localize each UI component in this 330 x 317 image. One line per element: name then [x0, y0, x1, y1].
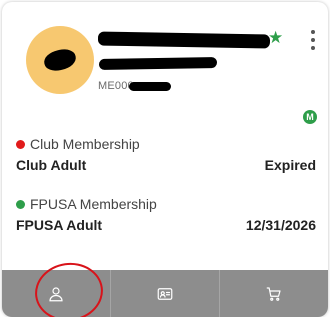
- profile-tab[interactable]: [2, 270, 111, 317]
- star-icon[interactable]: ★: [268, 28, 283, 48]
- member-card[interactable]: ME000 ★ M Club Membership Club Adult Exp…: [2, 2, 328, 317]
- avatar: [26, 26, 94, 94]
- membership-title-text: Club Membership: [30, 136, 140, 152]
- membership-status: Expired: [264, 157, 316, 173]
- membership-title-text: FPUSA Membership: [30, 196, 157, 212]
- user-icon: [49, 286, 63, 301]
- membership-title: Club Membership: [16, 136, 140, 152]
- redacted-member-subtitle: [98, 56, 218, 71]
- redacted-member-id: [129, 82, 171, 91]
- membership-plan: FPUSA Adult: [16, 217, 103, 233]
- status-dot-red: [16, 139, 25, 149]
- more-vertical-icon[interactable]: [310, 30, 316, 50]
- redacted-initials: [42, 46, 78, 74]
- id-card-tab[interactable]: [111, 270, 220, 317]
- membership-expiry-date: 12/31/2026: [245, 217, 316, 233]
- id-card-icon: [157, 287, 173, 300]
- redacted-member-name: [97, 31, 271, 49]
- status-badge: M: [303, 110, 317, 124]
- status-dot-green: [16, 199, 25, 209]
- shopping-cart-icon: [266, 286, 281, 301]
- bottom-nav: [2, 270, 328, 317]
- membership-title: FPUSA Membership: [16, 196, 157, 212]
- membership-plan: Club Adult: [16, 157, 87, 173]
- cart-tab[interactable]: [220, 270, 328, 317]
